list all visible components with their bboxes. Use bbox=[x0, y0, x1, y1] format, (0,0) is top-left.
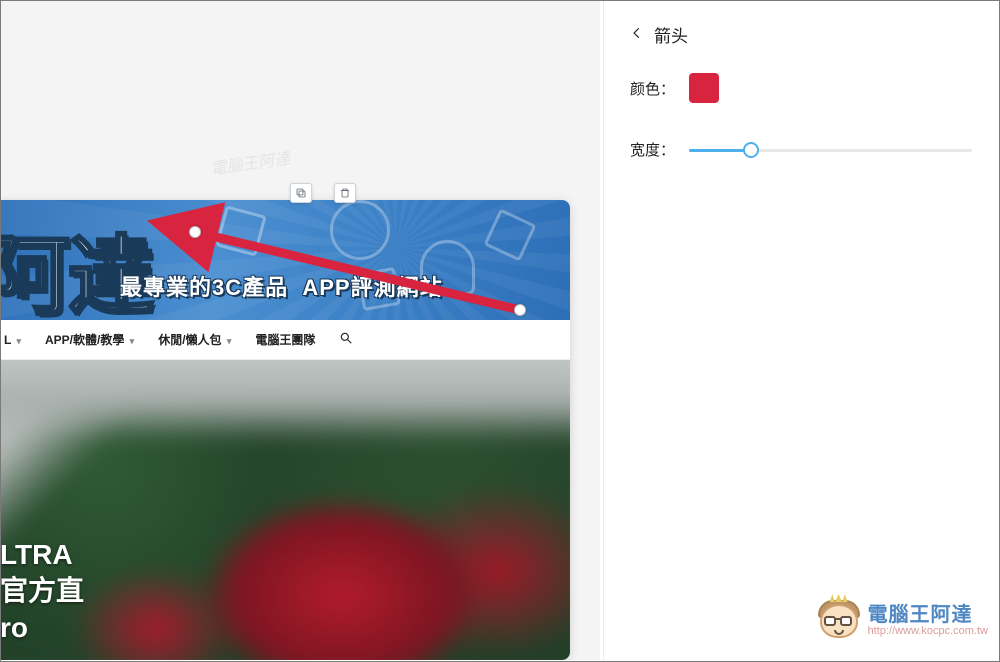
nav-item-apps: APP/軟體/教學 ▾ bbox=[45, 331, 134, 348]
source-watermark: 電腦王阿達 http://www.kocpc.com.tw bbox=[816, 598, 988, 644]
hero-headline-fragment: LTRA 官方直 ro bbox=[0, 537, 84, 646]
back-button[interactable] bbox=[630, 25, 644, 45]
bg-watermark: 電腦王阿達 bbox=[209, 145, 292, 180]
search-icon bbox=[339, 331, 353, 348]
color-label: 颜色： bbox=[630, 78, 675, 99]
site-banner: 阿達 最專業的3C產品 APP評測網站 bbox=[0, 200, 570, 320]
screenshot-content: 阿達 最專業的3C產品 APP評測網站 L ▾ APP/軟體/教學 ▾ 休閒/懶… bbox=[0, 200, 570, 660]
banner-subtitle: 最專業的3C產品 APP評測網站 bbox=[120, 270, 443, 302]
delete-button[interactable] bbox=[334, 183, 356, 203]
width-slider[interactable] bbox=[689, 140, 972, 160]
editor-canvas[interactable]: 電腦王阿達 電腦王阿達 阿達 最專業的3C產品 APP評測網站 L ▾ APP/… bbox=[0, 0, 600, 660]
color-swatch[interactable] bbox=[689, 73, 719, 103]
properties-panel: 箭头 颜色： 宽度： bbox=[603, 0, 998, 660]
nav-item-trunc: L ▾ bbox=[4, 333, 21, 347]
panel-title: 箭头 bbox=[654, 22, 688, 47]
duplicate-button[interactable] bbox=[290, 183, 312, 203]
article-hero: LTRA 官方直 ro bbox=[0, 360, 570, 660]
nav-item-team: 電腦王團隊 bbox=[255, 331, 315, 348]
watermark-title: 電腦王阿達 bbox=[868, 605, 988, 626]
banner-title: 阿達 bbox=[0, 206, 152, 320]
site-nav: L ▾ APP/軟體/教學 ▾ 休閒/懶人包 ▾ 電腦王團隊 bbox=[0, 320, 570, 360]
width-label: 宽度： bbox=[630, 139, 675, 160]
mascot-icon bbox=[816, 598, 862, 644]
arrow-handle-start[interactable] bbox=[514, 304, 526, 316]
nav-item-leisure: 休閒/懶人包 ▾ bbox=[158, 331, 231, 348]
arrow-handle-end[interactable] bbox=[189, 226, 201, 238]
watermark-url: http://www.kocpc.com.tw bbox=[868, 626, 988, 638]
